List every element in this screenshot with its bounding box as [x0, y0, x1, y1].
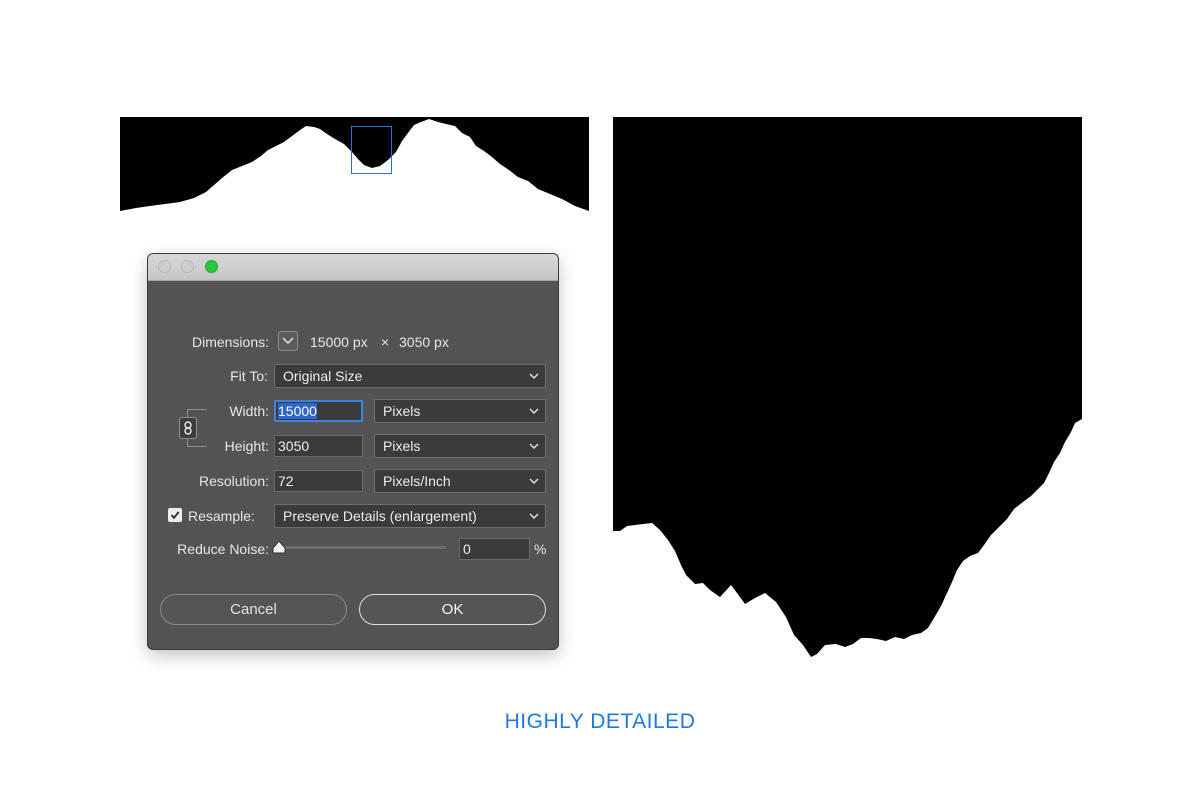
checkmark-icon	[170, 511, 180, 520]
width-label: Width:	[229, 403, 269, 419]
width-value: 15000	[278, 403, 317, 419]
reduce-noise-value: 0	[463, 541, 471, 557]
dialog-titlebar	[148, 254, 558, 281]
chevron-down-icon	[529, 443, 539, 449]
fit-to-label: Fit To:	[230, 368, 268, 384]
resolution-label: Resolution:	[198, 473, 269, 489]
chevron-down-icon	[529, 478, 539, 484]
dimensions-units-dropdown[interactable]	[278, 331, 298, 351]
constrain-proportions-toggle[interactable]	[179, 417, 197, 439]
chevron-down-icon	[529, 513, 539, 519]
resolution-unit-value: Pixels/Inch	[383, 473, 451, 489]
chevron-down-icon	[282, 337, 294, 345]
reduce-noise-input[interactable]: 0	[459, 538, 530, 560]
height-unit-value: Pixels	[383, 438, 421, 454]
reduce-noise-percent: %	[534, 541, 547, 557]
chain-link-icon	[184, 421, 192, 435]
zoom-region-marker	[351, 126, 392, 174]
width-input[interactable]: 15000	[274, 400, 363, 422]
height-label: Height:	[224, 438, 269, 454]
zoom-window-button[interactable]	[205, 260, 218, 273]
reduce-noise-slider-track[interactable]	[278, 546, 446, 549]
dimensions-width-value: 15000 px	[310, 334, 368, 350]
dimensions-label: Dimensions:	[191, 334, 269, 350]
chevron-down-icon	[529, 408, 539, 414]
height-value: 3050	[278, 438, 310, 454]
resample-method-value: Preserve Details (enlargement)	[283, 508, 477, 524]
mountain-silhouette-preview-zoomed	[613, 117, 1082, 657]
image-size-dialog: Dimensions: 15000 px × 3050 px Fit To: O…	[148, 254, 558, 649]
cancel-button[interactable]: Cancel	[160, 594, 347, 625]
caption-highly-detailed: HIGHLY DETAILED	[504, 710, 696, 733]
resolution-unit-select[interactable]: Pixels/Inch	[374, 469, 546, 493]
resample-method-select[interactable]: Preserve Details (enlargement)	[274, 504, 546, 528]
width-unit-value: Pixels	[383, 403, 421, 419]
resolution-input[interactable]: 72	[274, 470, 363, 492]
dimensions-times-sign: ×	[381, 334, 390, 350]
slider-thumb-icon[interactable]	[271, 540, 287, 555]
height-unit-select[interactable]: Pixels	[374, 434, 546, 458]
minimize-window-button[interactable]	[181, 260, 194, 273]
fit-to-select[interactable]: Original Size	[274, 364, 546, 388]
dimensions-height-value: 3050 px	[399, 334, 449, 350]
close-window-button[interactable]	[158, 260, 171, 273]
chevron-down-icon	[529, 373, 539, 379]
reduce-noise-label: Reduce Noise:	[177, 541, 269, 557]
fit-to-value: Original Size	[283, 368, 363, 384]
resolution-value: 72	[278, 473, 294, 489]
height-input[interactable]: 3050	[274, 435, 363, 457]
width-unit-select[interactable]: Pixels	[374, 399, 546, 423]
ok-button[interactable]: OK	[359, 594, 546, 625]
resample-checkbox[interactable]	[168, 508, 182, 522]
resample-label: Resample:	[188, 508, 255, 524]
